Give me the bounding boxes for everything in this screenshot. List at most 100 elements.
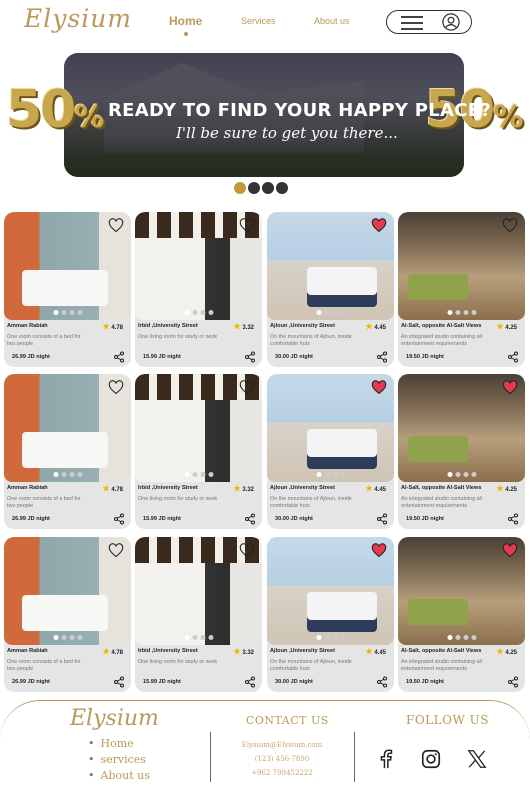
favorite-heart-icon[interactable] (239, 543, 255, 558)
listing-price: 30.00 JD night (275, 516, 313, 522)
listing-title: Ajloun ,University Street (270, 485, 335, 491)
listing-card[interactable]: Amman Rabiah ★ 4.78 One room consists of… (4, 212, 131, 367)
listing-card[interactable]: Irbid ,University Street ★ 3.32 One livi… (135, 374, 262, 529)
carousel-dot[interactable] (276, 182, 288, 194)
follow-heading: FOLLOW US (406, 713, 489, 727)
listing-description: One living room for study or work (138, 659, 218, 665)
carousel-dot[interactable] (234, 182, 246, 194)
listing-price: 15.99 JD night (143, 354, 181, 360)
favorite-heart-icon[interactable] (502, 543, 518, 558)
listing-rating: ★ 4.78 (102, 484, 123, 493)
contact-phone[interactable]: (123) 456-7890 (232, 752, 332, 766)
share-icon[interactable] (376, 676, 388, 688)
listing-title: Irbid ,University Street (138, 485, 198, 491)
share-icon[interactable] (376, 513, 388, 525)
favorite-heart-icon[interactable] (371, 218, 387, 233)
listing-card[interactable]: Ajloun ,University Street ★ 4.45 On the … (267, 537, 394, 692)
favorite-heart-icon[interactable] (239, 380, 255, 395)
instagram-icon[interactable] (420, 748, 442, 770)
listing-card[interactable]: Ajloun ,University Street ★ 4.45 On the … (267, 212, 394, 367)
listing-rating: ★ 4.25 (496, 322, 517, 331)
contact-info: Elysium@Elysium.com (123) 456-7890 +962 … (232, 738, 332, 780)
nav-link-about[interactable]: About us (314, 16, 350, 26)
facebook-icon[interactable] (375, 748, 397, 770)
share-icon[interactable] (244, 351, 256, 363)
share-icon[interactable] (113, 676, 125, 688)
footer-logo[interactable]: Elysium (70, 706, 159, 731)
listing-card[interactable]: Al-Salt, opposite Al-Salt Views ★ 4.25 A… (398, 212, 525, 367)
x-twitter-icon[interactable] (466, 748, 488, 770)
share-icon[interactable] (113, 351, 125, 363)
favorite-heart-icon[interactable] (108, 380, 124, 395)
carousel-dot[interactable] (262, 182, 274, 194)
photo-dots (447, 472, 476, 477)
share-icon[interactable] (244, 513, 256, 525)
favorite-heart-icon[interactable] (239, 218, 255, 233)
favorite-heart-icon[interactable] (371, 380, 387, 395)
site-logo[interactable]: Elysium (24, 4, 132, 33)
favorite-heart-icon[interactable] (371, 543, 387, 558)
star-icon: ★ (233, 484, 241, 493)
listing-description: One living room for study or work (138, 496, 218, 502)
share-icon[interactable] (507, 351, 519, 363)
carousel-dot[interactable] (248, 182, 260, 194)
listing-title: Ajloun ,University Street (270, 648, 335, 654)
favorite-heart-icon[interactable] (108, 218, 124, 233)
footer-divider (354, 732, 355, 782)
listing-card[interactable]: Irbid ,University Street ★ 3.32 One livi… (135, 212, 262, 367)
share-icon[interactable] (376, 351, 388, 363)
favorite-heart-icon[interactable] (108, 543, 124, 558)
user-icon[interactable] (442, 13, 460, 31)
photo-dots (53, 310, 82, 315)
listing-title: Irbid ,University Street (138, 323, 198, 329)
photo-dots (184, 310, 213, 315)
listing-price: 30.00 JD night (275, 679, 313, 685)
listing-title: Al-Salt, opposite Al-Salt Views (401, 323, 482, 329)
listing-rating: ★ 3.32 (233, 322, 254, 331)
listing-card[interactable]: Amman Rabiah ★ 4.78 One room consists of… (4, 537, 131, 692)
favorite-heart-icon[interactable] (502, 380, 518, 395)
nav-link-home[interactable]: Home (169, 14, 202, 28)
star-icon: ★ (496, 322, 504, 331)
photo-dots (447, 635, 476, 640)
photo-dots (53, 635, 82, 640)
account-menu-pill[interactable] (386, 10, 472, 34)
listing-rating: ★ 3.32 (233, 484, 254, 493)
listing-price: 15.99 JD night (143, 679, 181, 685)
listing-rating: ★ 3.32 (233, 647, 254, 656)
favorite-heart-icon[interactable] (502, 218, 518, 233)
listing-card[interactable]: Amman Rabiah ★ 4.78 One room consists of… (4, 374, 131, 529)
photo-dots (316, 310, 345, 315)
footer-link-services[interactable]: services (88, 752, 150, 768)
listing-price: 26.99 JD night (12, 354, 50, 360)
listing-rating: ★ 4.78 (102, 647, 123, 656)
contact-mobile[interactable]: +962 798452222 (232, 766, 332, 780)
carousel-dots (234, 182, 288, 194)
share-icon[interactable] (113, 513, 125, 525)
listing-price: 26.99 JD night (12, 516, 50, 522)
listing-price: 19.50 JD night (406, 679, 444, 685)
photo-dots (53, 472, 82, 477)
footer-link-home[interactable]: Home (88, 736, 150, 752)
nav-link-services[interactable]: Services (241, 16, 276, 26)
hamburger-icon[interactable] (401, 16, 423, 30)
share-icon[interactable] (244, 676, 256, 688)
listing-description: One room consists of a bed for two peopl… (7, 496, 81, 510)
listing-price: 30.00 JD night (275, 354, 313, 360)
footer-link-about[interactable]: About us (88, 768, 150, 784)
hero-subtitle: I'll be sure to get you there... (176, 124, 398, 142)
star-icon: ★ (102, 484, 110, 493)
listing-title: Amman Rabiah (7, 485, 48, 491)
listing-card[interactable]: Al-Salt, opposite Al-Salt Views ★ 4.25 A… (398, 537, 525, 692)
listing-card[interactable]: Al-Salt, opposite Al-Salt Views ★ 4.25 A… (398, 374, 525, 529)
listing-card[interactable]: Ajloun ,University Street ★ 4.45 On the … (267, 374, 394, 529)
listing-price: 19.50 JD night (406, 516, 444, 522)
contact-email[interactable]: Elysium@Elysium.com (232, 738, 332, 752)
star-icon: ★ (102, 647, 110, 656)
listing-title: Amman Rabiah (7, 323, 48, 329)
footer-divider (210, 732, 211, 782)
share-icon[interactable] (507, 676, 519, 688)
listing-price: 26.99 JD night (12, 679, 50, 685)
share-icon[interactable] (507, 513, 519, 525)
listing-card[interactable]: Irbid ,University Street ★ 3.32 One livi… (135, 537, 262, 692)
